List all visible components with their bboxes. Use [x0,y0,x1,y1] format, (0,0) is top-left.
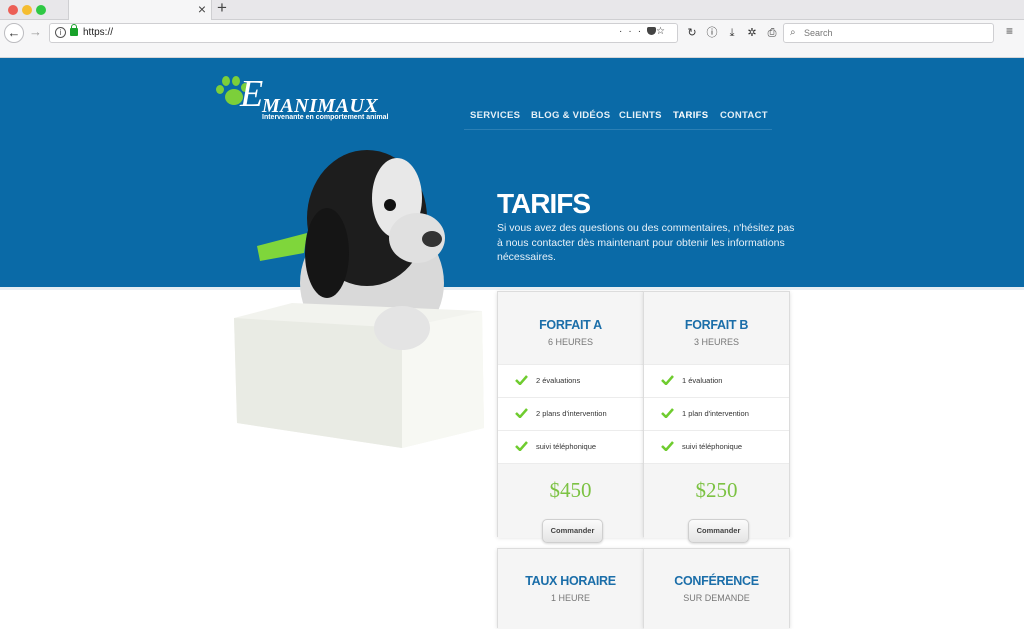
feature-item: 2 évaluations [498,364,643,397]
nav-contact[interactable]: CONTACT [720,110,768,121]
feature-item: 2 plans d'intervention [498,397,643,430]
search-icon: ⌕ [790,27,796,38]
plan-card-forfait-b: FORFAIT B 3 HEURES 1 évaluation 1 plan d… [643,291,790,543]
site-info-icon[interactable]: i [55,27,66,38]
nav-clients[interactable]: CLIENTS [619,110,662,121]
feature-item: 1 évaluation [644,364,789,397]
window-minimize-button[interactable] [22,5,32,15]
plan-title: TAUX HORAIRE [525,574,616,588]
search-box[interactable]: ⌕ Search [783,23,994,43]
plan-card-taux-horaire: TAUX HORAIRE 1 HEURE [497,548,644,629]
new-tab-button[interactable]: + [217,0,227,18]
feature-item: suivi téléphonique [644,430,789,463]
checkmark-icon [515,375,528,385]
checkmark-icon [661,408,674,418]
info-icon[interactable]: ⓘ [702,24,722,40]
checkmark-icon [515,408,528,418]
plan-title: FORFAIT A [539,318,602,332]
plan-card-conference: CONFÉRENCE SUR DEMANDE [643,548,790,629]
tab-bar: × + [0,0,1024,21]
print-icon[interactable]: ⎙ [762,27,782,40]
url-text[interactable]: https:// [83,27,113,38]
back-button[interactable]: ← [4,23,24,43]
reload-icon[interactable]: ↻ [682,26,702,39]
download-icon[interactable]: ⤓ [722,27,742,40]
plan-duration: SUR DEMANDE [683,593,750,603]
logo-tagline: Intervenante en comportement animal [262,114,389,121]
url-bar[interactable]: i https:// ··· ☆ [49,23,678,43]
plan-card-forfait-a: FORFAIT A 6 HEURES 2 évaluations 2 plans… [497,291,644,543]
order-button[interactable]: Commander [542,519,603,543]
window-close-button[interactable] [8,5,18,15]
lock-icon [70,24,78,36]
page-title: TARIFS [497,188,591,219]
hamburger-menu-icon[interactable]: ≡ [1006,24,1013,38]
plan-duration: 6 HEURES [547,337,593,347]
checkmark-icon [661,375,674,385]
puppy-nose [422,231,442,247]
feature-item: 1 plan d'intervention [644,397,789,430]
plan-title: CONFÉRENCE [674,574,759,588]
checkmark-icon [515,441,528,451]
browser-tab[interactable]: × [68,0,212,21]
settings-icon[interactable]: ✲ [742,26,762,39]
green-ribbon [257,233,307,261]
plan-title: FORFAIT B [684,318,749,332]
nav-services[interactable]: SERVICES [470,110,520,121]
window-maximize-button[interactable] [36,5,46,15]
feature-item: suivi téléphonique [498,430,643,463]
main-nav: SERVICES BLOG & VIDÉOS CLIENTS TARIFS CO… [464,108,772,130]
plan-price: $250 [695,478,738,502]
puppy-in-box-image [234,150,484,448]
search-placeholder: Search [804,28,833,38]
nav-tarifs[interactable]: TARIFS [673,110,708,121]
nav-blog-videos[interactable]: BLOG & VIDÉOS [531,110,610,121]
plan-duration: 1 HEURE [550,593,590,603]
order-button[interactable]: Commander [688,519,749,543]
browser-toolbar: ← → i https:// ··· ☆ ↻ ⓘ ⤓ ✲ ⎙ ⌕ Search ≡ [0,20,1024,58]
plan-price: $450 [549,478,592,502]
plan-duration: 3 HEURES [693,337,739,347]
puppy-eye [384,199,396,211]
puppy-ear [305,208,349,298]
page-actions-icon[interactable]: ··· [619,26,647,37]
puppy-paw [374,306,430,350]
logo-initial: E [240,73,264,115]
intro-text: Si vous avez des questions ou des commen… [497,222,795,263]
checkmark-icon [661,441,674,451]
tab-close-icon[interactable]: × [198,1,206,17]
bookmark-star-icon[interactable]: ☆ [656,26,671,37]
forward-button[interactable]: → [29,24,42,39]
pocket-icon[interactable] [647,27,657,36]
